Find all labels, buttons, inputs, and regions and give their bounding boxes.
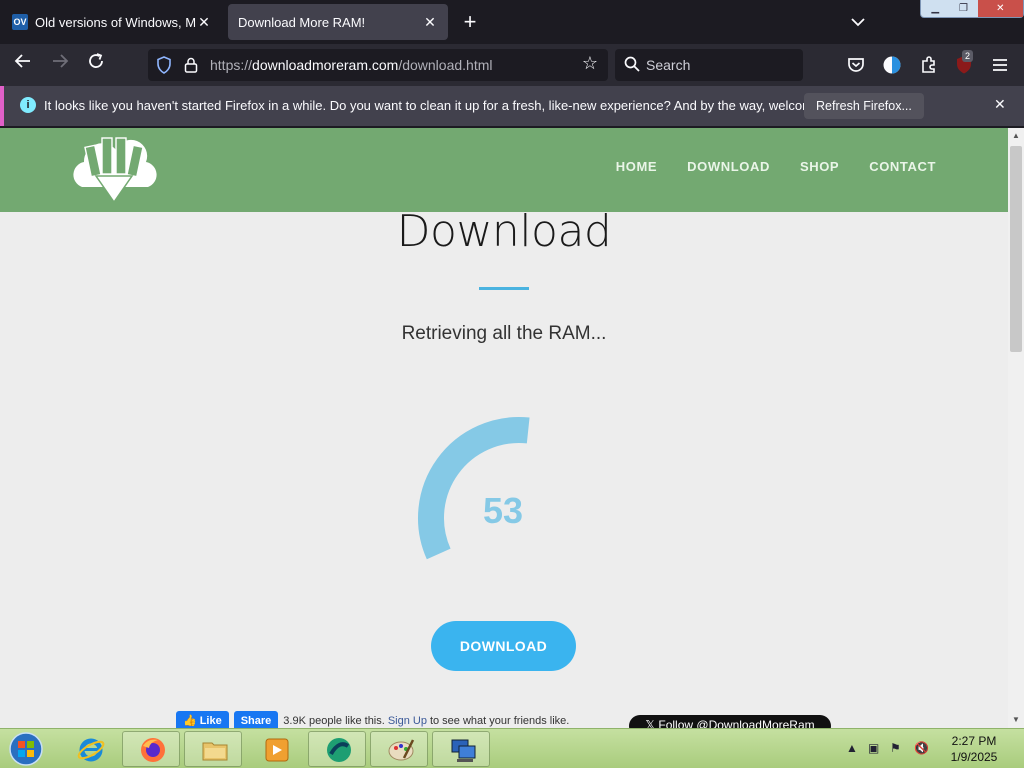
forward-button[interactable] — [47, 52, 73, 78]
url-path: /download.html — [398, 57, 493, 73]
tracking-protection-shield-icon[interactable] — [156, 56, 172, 74]
folder-icon — [202, 742, 228, 761]
firefox-notification-bar: i It looks like you haven't started Fire… — [0, 86, 1024, 126]
scrollbar-thumb[interactable] — [1010, 146, 1022, 352]
search-placeholder: Search — [646, 57, 691, 73]
paint-palette-icon — [388, 739, 415, 761]
facebook-signup-suffix: to see what your friends like. — [429, 715, 570, 727]
green-app-icon — [327, 738, 351, 762]
scroll-down-arrow-icon[interactable]: ▼ — [1008, 712, 1024, 728]
facebook-share-button[interactable]: Share — [233, 711, 279, 728]
volume-muted-icon[interactable]: 🔇 — [914, 741, 929, 755]
address-bar[interactable]: https://downloadmoreram.com/download.htm… — [148, 49, 608, 81]
notification-message: It looks like you haven't started Firefo… — [44, 98, 855, 113]
status-text: Retrieving all the RAM... — [401, 323, 607, 344]
window-controls: ▁ ❐ ✕ — [920, 0, 1024, 18]
nav-contact-link[interactable]: CONTACT — [869, 159, 936, 174]
computer-icon — [451, 739, 476, 762]
extension-badge: 2 — [962, 50, 974, 62]
facebook-like-label: Like — [199, 715, 222, 727]
page-title: Download — [396, 206, 612, 257]
reload-button[interactable] — [83, 52, 109, 78]
scroll-up-arrow-icon[interactable]: ▲ — [1008, 128, 1024, 144]
clock-date: 1/9/2025 — [950, 750, 998, 764]
internet-explorer-icon — [77, 738, 105, 762]
facebook-like-count: 3.9K people like this. — [283, 715, 385, 727]
taskbar-internet-explorer[interactable] — [60, 731, 118, 767]
close-tab-icon[interactable]: ✕ — [196, 14, 212, 31]
lock-icon[interactable] — [184, 57, 198, 73]
taskbar-app-green[interactable] — [308, 731, 366, 767]
new-tab-button[interactable]: + — [458, 8, 482, 36]
close-notification-icon[interactable]: ✕ — [994, 96, 1006, 113]
clock-time: 2:27 PM — [951, 734, 997, 748]
refresh-firefox-button[interactable]: Refresh Firefox... — [804, 93, 924, 119]
account-container-icon[interactable] — [880, 53, 904, 77]
pocket-icon[interactable] — [844, 53, 868, 77]
taskbar-firefox[interactable] — [122, 731, 180, 767]
x-logo-icon: 𝕏 — [645, 718, 656, 728]
twitter-follow-label: Follow @DownloadMoreRam — [658, 718, 815, 728]
taskbar-media-player[interactable] — [246, 731, 304, 767]
tab-old-versions[interactable]: OV Old versions of Windows, Mac ✕ — [2, 4, 222, 40]
nav-shop-link[interactable]: SHOP — [800, 159, 839, 174]
facebook-signup-link[interactable]: Sign Up — [388, 715, 427, 727]
taskbar-remote-desktop[interactable] — [432, 731, 490, 767]
minimize-button[interactable]: ▁ — [921, 0, 949, 17]
show-hidden-icons-arrow-icon[interactable]: ▲ — [846, 741, 858, 755]
progress-value: 53 — [482, 490, 524, 531]
extensions-puzzle-icon[interactable] — [917, 53, 941, 77]
facebook-like-widget: 👍 Like Share 3.9K people like this. Sign … — [176, 711, 569, 728]
tab-strip: OV Old versions of Windows, Mac ✕ Downlo… — [0, 0, 1024, 44]
nav-download-link[interactable]: DOWNLOAD — [687, 159, 770, 174]
hamburger-menu-icon[interactable] — [988, 53, 1012, 77]
search-icon — [624, 56, 640, 72]
site-header: HOME DOWNLOAD SHOP CONTACT — [0, 128, 1008, 212]
download-more-ram-logo-icon[interactable] — [68, 132, 160, 210]
tab-title: Download More RAM! — [238, 14, 366, 30]
site-nav: HOME DOWNLOAD SHOP CONTACT — [616, 159, 936, 174]
reload-icon — [89, 53, 103, 68]
maximize-button[interactable]: ❐ — [949, 0, 977, 17]
firefox-icon — [141, 738, 165, 762]
network-icon[interactable]: ▣ — [868, 741, 879, 755]
bookmark-star-icon[interactable]: ☆ — [582, 53, 598, 74]
thumbs-up-icon: 👍 — [183, 715, 197, 727]
navigation-toolbar: https://downloadmoreram.com/download.htm… — [0, 44, 1024, 86]
taskbar-file-explorer[interactable] — [184, 731, 242, 767]
tab-download-more-ram[interactable]: Download More RAM! ✕ — [228, 4, 448, 40]
url-host: downloadmoreram.com — [252, 57, 399, 73]
forward-arrow-icon — [53, 54, 69, 68]
media-player-icon — [265, 738, 289, 762]
page-viewport: HOME DOWNLOAD SHOP CONTACT Download Retr… — [0, 128, 1008, 728]
twitter-follow-button[interactable]: 𝕏 Follow @DownloadMoreRam — [629, 715, 831, 728]
download-button[interactable]: DOWNLOAD — [431, 621, 576, 671]
window-close-button[interactable]: ✕ — [977, 0, 1023, 17]
windows-taskbar: ▲ ▣ ⚑ 🔇 2:27 PM 1/9/2025 — [0, 728, 1024, 768]
tab-title: Old versions of Windows, Mac — [35, 14, 196, 30]
info-icon: i — [20, 97, 36, 113]
back-button[interactable] — [10, 52, 36, 78]
facebook-like-button[interactable]: 👍 Like — [176, 711, 229, 728]
ublock-origin-icon[interactable]: 2 — [952, 50, 976, 77]
title-divider — [479, 287, 529, 290]
url-scheme: https:// — [210, 57, 253, 73]
action-center-flag-icon[interactable]: ⚑ — [890, 741, 901, 755]
search-bar[interactable]: Search — [615, 49, 803, 81]
start-button-windows-icon[interactable] — [4, 731, 48, 767]
list-all-tabs-icon[interactable] — [846, 10, 870, 34]
nav-home-link[interactable]: HOME — [616, 159, 657, 174]
taskbar-paint[interactable] — [370, 731, 428, 767]
url-text[interactable]: https://downloadmoreram.com/download.htm… — [210, 57, 493, 73]
oldversion-favicon-icon: OV — [12, 14, 28, 30]
taskbar-clock[interactable]: 2:27 PM 1/9/2025 — [935, 733, 1013, 765]
back-arrow-icon — [14, 54, 30, 68]
close-tab-icon[interactable]: ✕ — [422, 14, 438, 31]
page-scrollbar[interactable]: ▲ ▼ — [1008, 128, 1024, 728]
